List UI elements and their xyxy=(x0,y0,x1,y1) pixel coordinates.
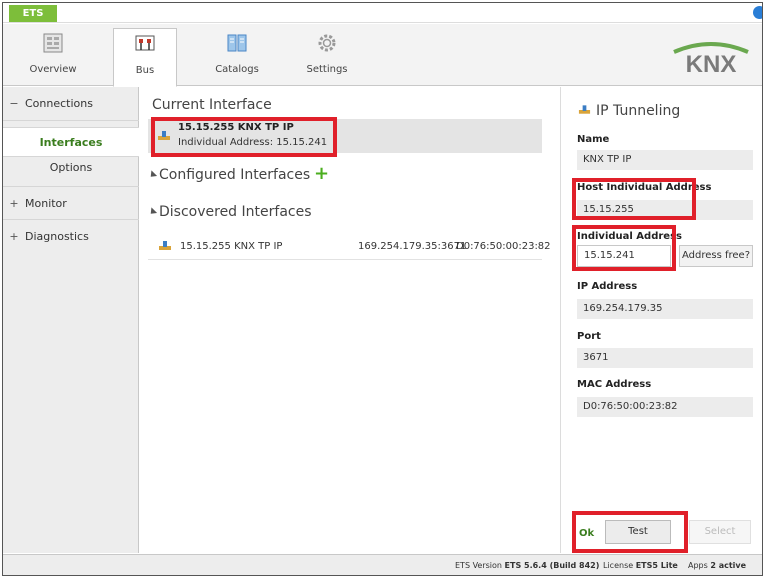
license-info: License ETS5 Lite xyxy=(603,561,678,570)
ribbon: Overview Bus Catalogs Settings KNX xyxy=(3,24,762,87)
panel-title-label: IP Tunneling xyxy=(596,103,681,119)
sidebar-item-connections[interactable]: − Connections xyxy=(3,87,139,121)
discovered-interface-name: 15.15.255 KNX TP IP xyxy=(180,241,283,252)
help-icon[interactable] xyxy=(753,6,762,19)
apps-info: Apps 2 active xyxy=(688,561,746,570)
mac-address-label: MAC Address xyxy=(577,379,652,390)
title-bar: ETS xyxy=(3,3,762,23)
discovered-interface-mac: D0:76:50:00:23:82 xyxy=(456,241,551,252)
sidebar: − Connections Interfaces Options + Monitor… xyxy=(3,87,139,553)
ribbon-bus-label: Bus xyxy=(135,65,155,76)
ribbon-settings-label: Settings xyxy=(306,64,348,75)
ribbon-catalogs-button[interactable]: Catalogs xyxy=(205,28,269,84)
ip-address-field: 169.254.179.35 xyxy=(577,299,753,319)
apps-value: 2 active xyxy=(710,561,747,570)
configured-interfaces-heading[interactable]: Configured Interfaces xyxy=(147,167,311,183)
ribbon-settings-button[interactable]: Settings xyxy=(295,28,359,84)
ip-tunneling-panel: IP Tunneling Name KNX TP IP Host Individ… xyxy=(560,87,762,553)
sidebar-item-diagnostics[interactable]: + Diagnostics xyxy=(3,220,139,254)
ets-app-tab[interactable]: ETS xyxy=(9,5,57,22)
license-value: ETS5 Lite xyxy=(635,561,678,570)
panel-title: IP Tunneling xyxy=(578,103,680,119)
port-field: 3671 xyxy=(577,348,753,368)
address-free-button[interactable]: Address free? xyxy=(679,245,753,267)
ip-address-label: IP Address xyxy=(577,281,638,292)
current-interface-heading: Current Interface xyxy=(152,97,272,113)
discovered-interface-ip: 169.254.179.35:3671 xyxy=(358,241,467,252)
discovered-interfaces-heading[interactable]: Discovered Interfaces xyxy=(147,204,312,220)
sidebar-diagnostics-label: Diagnostics xyxy=(25,230,89,243)
collapse-icon: − xyxy=(9,97,19,110)
knx-logo: KNX xyxy=(673,42,749,76)
ribbon-overview-button[interactable]: Overview xyxy=(21,28,85,84)
expand-icon: + xyxy=(9,230,19,243)
version-value: ETS 5.6.4 (Build 842) xyxy=(504,561,600,570)
apps-label: Apps xyxy=(688,561,708,570)
sidebar-item-monitor[interactable]: + Monitor xyxy=(3,186,139,220)
discovered-interfaces-label: Discovered Interfaces xyxy=(159,204,312,220)
mac-address-field: D0:76:50:00:23:82 xyxy=(577,397,753,417)
sidebar-monitor-label: Monitor xyxy=(25,197,67,210)
discovered-interface-row[interactable]: 15.15.255 KNX TP IP 169.254.179.35:3671 … xyxy=(148,234,551,260)
ribbon-overview-label: Overview xyxy=(29,64,77,75)
bus-icon xyxy=(135,35,155,51)
status-bar: ETS Version ETS 5.6.4 (Build 842) Licens… xyxy=(3,554,762,575)
collapse-triangle-icon xyxy=(147,170,158,180)
expand-icon: + xyxy=(9,197,19,210)
highlight-host-address xyxy=(572,178,696,220)
ribbon-catalogs-label: Catalogs xyxy=(215,64,259,75)
collapse-triangle-icon xyxy=(147,207,158,217)
add-interface-icon[interactable]: + xyxy=(314,163,329,184)
settings-gear-icon xyxy=(318,34,336,52)
highlight-ok-test xyxy=(572,511,688,553)
plug-icon xyxy=(578,105,591,114)
select-button[interactable]: Select xyxy=(689,520,751,544)
svg-text:KNX: KNX xyxy=(686,51,737,76)
port-label: Port xyxy=(577,331,601,342)
version-label: ETS Version xyxy=(455,561,502,570)
name-label: Name xyxy=(577,134,610,145)
highlight-individual-address xyxy=(572,225,676,271)
catalogs-icon xyxy=(227,34,247,52)
sidebar-connections-label: Connections xyxy=(25,97,93,110)
license-label: License xyxy=(603,561,634,570)
overview-icon xyxy=(43,33,63,53)
highlight-current-interface xyxy=(151,117,337,157)
sidebar-item-options[interactable]: Options xyxy=(3,153,139,183)
name-field[interactable]: KNX TP IP xyxy=(577,150,753,170)
ets-window: ETS Overview Bus Catalogs Settings KNX −… xyxy=(2,2,763,576)
configured-interfaces-label: Configured Interfaces xyxy=(159,167,311,183)
plug-icon xyxy=(159,241,171,250)
ribbon-bus-button[interactable]: Bus xyxy=(113,28,177,87)
version-info: ETS Version ETS 5.6.4 (Build 842) xyxy=(455,561,599,570)
